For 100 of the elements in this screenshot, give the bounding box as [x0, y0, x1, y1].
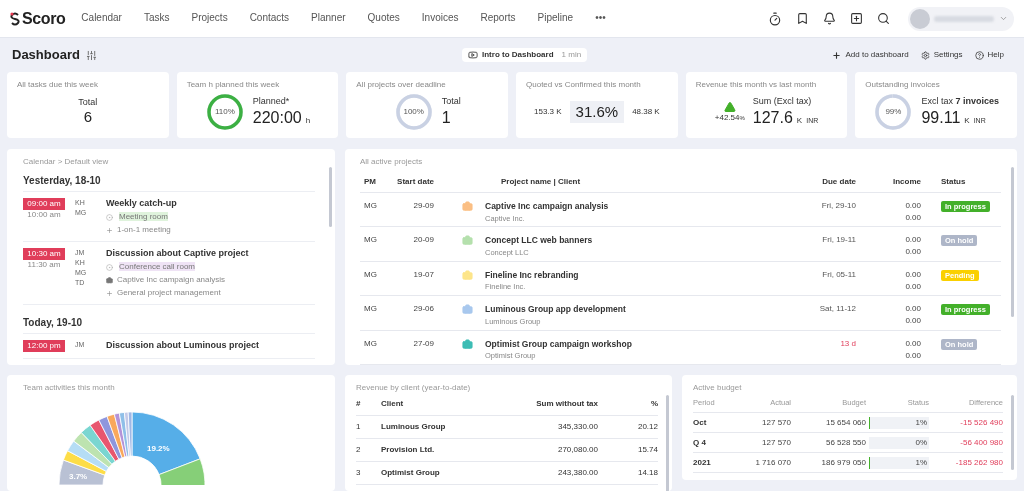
scrollbar[interactable]: [1011, 167, 1014, 317]
due-date: Fri, 05-11: [821, 269, 856, 280]
nav-link[interactable]: Reports: [480, 12, 516, 25]
nav-link[interactable]: Contacts: [249, 12, 290, 25]
header-action-button[interactable]: Add to dashboard: [832, 50, 909, 60]
card-title: Calendar > Default view: [23, 157, 110, 167]
kpi-label: Excl tax 7 invoices: [921, 96, 999, 108]
plus-icon: [106, 289, 113, 297]
start-time-badge: 12:00 pm: [23, 340, 65, 352]
kpi-label: Planned*: [252, 96, 291, 108]
difference-cell-text: -15 526 490: [959, 417, 1003, 428]
card-title: Revenue by client (year-to-date): [356, 383, 472, 393]
income-value: 0.00: [905, 213, 921, 223]
kpi-confirmed: 48.38 K: [632, 107, 660, 117]
end-time: 11:30 am: [26, 260, 62, 270]
bookmark-icon[interactable]: [796, 12, 809, 25]
column-header: #: [356, 399, 362, 409]
chevron-down-icon: [999, 14, 1008, 23]
scrollbar[interactable]: [1011, 395, 1014, 470]
settings-icon: [920, 50, 930, 60]
project-name: Luminous Group app development: [485, 304, 626, 315]
kpi-value: 220:00: [252, 107, 302, 128]
nav-link[interactable]: Calendar: [81, 12, 122, 25]
end-time: 10:00 am: [26, 210, 62, 220]
sliders-icon[interactable]: [85, 49, 97, 61]
table-cell-text: 20.12: [636, 422, 658, 432]
pm-initials: MG: [363, 338, 378, 349]
nav-link[interactable]: Invoices: [421, 12, 459, 25]
column-header: Due date: [821, 176, 856, 187]
start-date: 19-07: [412, 269, 434, 280]
nav-link[interactable]: •••: [595, 12, 606, 25]
status-percent: 0%: [915, 437, 927, 448]
income-value: 0.00: [905, 269, 921, 280]
pm-initials: MG: [363, 201, 378, 211]
nav-link[interactable]: Tasks: [143, 12, 170, 25]
due-date: Sat, 11-12: [818, 304, 856, 315]
plus-icon: [106, 226, 113, 234]
ring-percent: 110%: [214, 107, 235, 117]
slice-label: 3.7%: [69, 472, 88, 481]
status-percent: 1%: [915, 457, 927, 468]
add-icon[interactable]: [850, 12, 863, 25]
kpi-value: 127.6: [752, 107, 793, 128]
location-icon: [106, 263, 113, 271]
project-name: Captive Inc campaign analysis: [485, 201, 609, 212]
income-value: 0.00: [905, 247, 921, 258]
header-action-button[interactable]: Settings: [920, 50, 963, 60]
kpi-unit: h: [305, 115, 311, 126]
nav-link[interactable]: Projects: [191, 12, 228, 25]
income-value: 0.00: [905, 201, 921, 211]
avatar: [910, 8, 930, 29]
nav-link[interactable]: Quotes: [367, 12, 400, 25]
column-header: PM: [363, 176, 377, 187]
due-date: 13 d: [839, 338, 856, 349]
timer-icon[interactable]: [768, 11, 782, 26]
table-cell-text: 345,330.00: [556, 422, 598, 432]
plus-icon: [832, 50, 842, 60]
card-title: Active budget: [693, 383, 743, 393]
kpi-label: Total: [78, 97, 98, 109]
bell-icon[interactable]: [823, 12, 836, 25]
column-header: Status: [940, 176, 967, 187]
scrollbar[interactable]: [329, 167, 332, 227]
start-time-badge: 10:30 am: [23, 248, 65, 260]
difference-cell-text: -56 400 980: [959, 437, 1003, 448]
kpi-title: Outstanding invoices: [865, 80, 941, 90]
kpi-title: All tasks due this week: [17, 80, 99, 90]
column-header: Client: [381, 399, 405, 409]
period-cell-text: Oct: [693, 417, 708, 428]
day-heading: Today, 19-10: [23, 317, 315, 334]
table-cell-text: Optimist Group: [381, 468, 441, 478]
period-cell-text: 2021: [693, 457, 712, 468]
nav-link[interactable]: Pipeline: [537, 12, 574, 25]
table-cell-text: 1 716 070: [754, 457, 791, 468]
kpi-unit: K: [964, 115, 970, 126]
help-icon: [974, 50, 984, 60]
intro-video-button[interactable]: Intro to Dashboard 1 min: [462, 48, 588, 62]
pm-initials: MG: [363, 235, 378, 246]
project-name: Fineline Inc rebranding: [485, 269, 579, 281]
kpi-label: Total: [441, 96, 461, 108]
page-title: Dashboard: [12, 46, 80, 64]
table-cell-text: 14.18: [636, 468, 658, 478]
search-icon[interactable]: [877, 12, 890, 25]
scrollbar[interactable]: [666, 395, 669, 491]
table-cell-text: 270,080.00: [556, 445, 598, 455]
status-percent: 1%: [915, 417, 927, 428]
table-cell-text: 186 979 050: [820, 457, 866, 468]
table-cell-text: 56 528 550: [824, 437, 866, 448]
room-tag: Conference call room: [117, 262, 198, 272]
briefcase-icon: [106, 276, 113, 284]
logo-icon: [10, 11, 20, 26]
column-header: Project name | Client: [500, 176, 582, 187]
table-cell-text: 1: [356, 422, 362, 432]
trend-change: +42.54: [714, 113, 740, 123]
location-icon: [106, 213, 113, 221]
income-value: 0.00: [905, 350, 921, 361]
logo-text: Scoro: [22, 8, 66, 29]
nav-link[interactable]: Planner: [311, 12, 346, 25]
due-date: Fri, 19-11: [821, 235, 856, 246]
header-action-button[interactable]: Help: [974, 50, 1004, 60]
table-cell-text: Luminous Group: [381, 422, 447, 432]
table-cell-text: Provision Ltd.: [381, 445, 436, 455]
